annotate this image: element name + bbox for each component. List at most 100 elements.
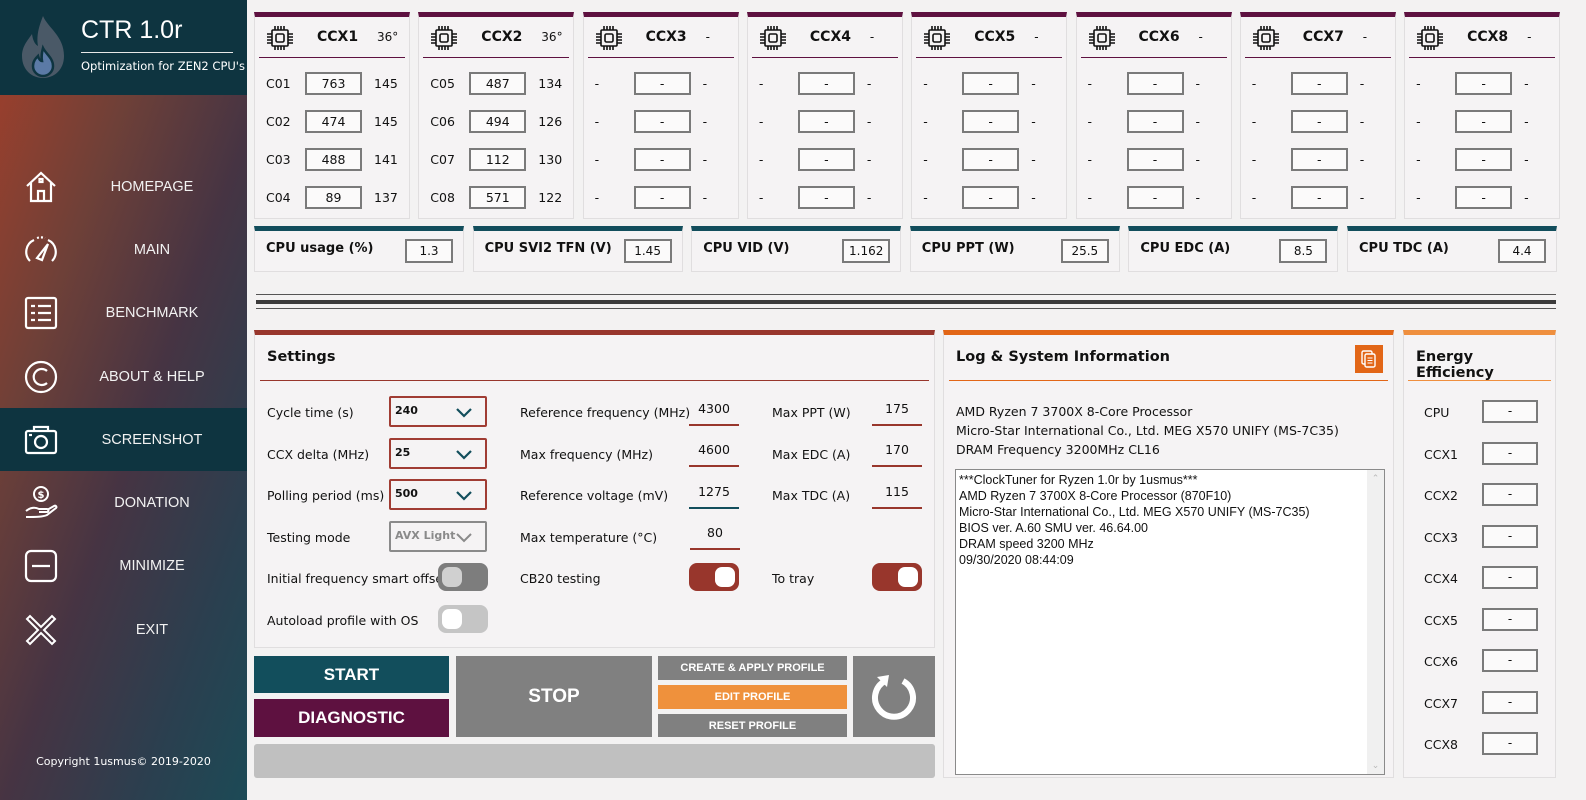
energy-row-ccx3: CCX3 -	[1404, 524, 1557, 551]
create-apply-profile-button[interactable]: CREATE & APPLY PROFILE	[658, 656, 847, 680]
cpu-chip-icon	[1415, 24, 1445, 52]
ccx-name: CCX5	[974, 29, 1016, 45]
sidebar-item-exit[interactable]: EXIT	[0, 598, 247, 661]
chevron-down-icon	[456, 491, 472, 501]
cpu-chip-icon	[758, 24, 788, 52]
flame-logo-icon	[22, 16, 64, 78]
sidebar-item-label: MINIMIZE	[119, 558, 185, 575]
core-value-box: -	[633, 110, 691, 133]
minimize-icon	[22, 547, 60, 585]
smart-offset-toggle[interactable]	[438, 563, 488, 591]
reference-voltage-input[interactable]: 1275	[689, 481, 739, 509]
to-tray-label: To tray	[772, 571, 815, 586]
ccx-temperature: -	[705, 30, 710, 44]
log-textarea[interactable]: ⌃ ⌄ ***ClockTuner for Ryzen 1.0r by 1usm…	[955, 469, 1385, 775]
stat-value: 25.5	[1060, 239, 1109, 263]
max-frequency-input[interactable]: 4600	[689, 439, 739, 467]
core-value-box: -	[962, 72, 1020, 95]
copy-log-button[interactable]	[1355, 345, 1383, 373]
core-value-box: -	[1126, 110, 1184, 133]
sidebar-item-screenshot[interactable]: SCREENSHOT	[0, 408, 247, 472]
core-row: ---	[912, 186, 1068, 210]
core-row: ---	[1077, 72, 1233, 96]
core-secondary-value: -	[1031, 114, 1036, 129]
core-name: -	[594, 152, 600, 167]
stat-value: 1.162	[842, 239, 891, 263]
sidebar-item-minimize[interactable]: MINIMIZE	[0, 535, 247, 598]
energy-title: Energy Efficiency	[1416, 349, 1494, 381]
energy-value-box: -	[1482, 690, 1538, 714]
to-tray-toggle[interactable]	[872, 563, 922, 591]
max-ppt-input[interactable]: 175	[872, 398, 922, 426]
reference-frequency-input[interactable]: 4300	[689, 398, 739, 426]
ccx-delta-dropdown[interactable]: 25	[389, 438, 487, 469]
cycle-time-dropdown[interactable]: 240	[389, 396, 487, 427]
stat-label: CPU SVI2 TFN (V)	[484, 241, 612, 256]
core-secondary-value: -	[1524, 76, 1529, 91]
close-icon	[22, 611, 60, 649]
core-name: -	[758, 114, 764, 129]
ccx-card-2: CCX2 36° C05 487 134 C06 494 126 C07 112 130 C08 571…	[418, 12, 575, 219]
scroll-up-icon[interactable]: ⌃	[1367, 470, 1384, 487]
max-temperature-label: Max temperature (°C)	[520, 530, 658, 545]
ccx-card-3: CCX3- - - - - - - - - - - - -	[582, 12, 740, 219]
core-name: -	[1416, 114, 1421, 129]
reset-profile-button[interactable]: RESET PROFILE	[658, 714, 847, 737]
core-secondary-value: 134	[538, 76, 563, 91]
core-row: C01 763 145	[255, 72, 411, 96]
core-row: ---	[1405, 148, 1561, 172]
refresh-icon	[872, 674, 916, 720]
edit-profile-button[interactable]: EDIT PROFILE	[658, 685, 847, 709]
core-secondary-value: -	[1524, 114, 1529, 129]
core-name: -	[1416, 76, 1421, 91]
core-name: -	[758, 152, 764, 167]
sidebar-item-main[interactable]: MAIN	[0, 218, 247, 281]
core-row: ---	[912, 148, 1068, 172]
log-line: Micro-Star International Co., Ltd. MEG X…	[959, 505, 1310, 519]
testing-mode-value: AVX Light	[395, 529, 456, 542]
energy-row-ccx7: CCX7 -	[1404, 690, 1557, 717]
energy-label: CPU	[1424, 405, 1450, 420]
start-button[interactable]: START	[254, 656, 449, 693]
core-value-box: -	[962, 148, 1020, 171]
core-value-box: -	[962, 186, 1020, 209]
scroll-down-icon[interactable]: ⌄	[1367, 757, 1384, 774]
ccx-temperature: 36°	[377, 30, 399, 44]
core-name: -	[758, 190, 764, 205]
title-divider	[81, 52, 233, 53]
core-row: ---	[748, 186, 904, 210]
max-temperature-input[interactable]: 80	[690, 522, 740, 550]
log-scrollbar[interactable]: ⌃ ⌄	[1367, 470, 1384, 774]
sidebar-item-donation[interactable]: $ DONATION	[0, 471, 247, 534]
ccx-name: CCX4	[809, 29, 851, 45]
sidebar-item-benchmark[interactable]: BENCHMARK	[0, 282, 247, 345]
energy-divider	[1408, 380, 1551, 381]
stat-label: CPU usage (%)	[266, 241, 374, 256]
core-name: C02	[266, 114, 291, 129]
refresh-button[interactable]	[853, 656, 935, 737]
autoload-profile-toggle[interactable]	[438, 605, 488, 633]
core-secondary-value: -	[1031, 76, 1036, 91]
stat-label: CPU EDC (A)	[1140, 241, 1231, 256]
log-divider	[949, 380, 1388, 381]
cpu-chip-icon	[594, 24, 624, 52]
app-subtitle: Optimization for ZEN2 CPU's	[81, 59, 245, 73]
ccx-header: CCX3 -	[587, 17, 734, 58]
core-secondary-value: 145	[374, 76, 398, 91]
polling-period-value: 500	[395, 487, 418, 500]
diagnostic-button[interactable]: DIAGNOSTIC	[254, 699, 449, 737]
autoload-profile-label: Autoload profile with OS	[267, 613, 419, 628]
max-tdc-input[interactable]: 115	[872, 481, 922, 509]
stop-button[interactable]: STOP	[456, 656, 652, 737]
sidebar-item-homepage[interactable]: HOMEPAGE	[0, 155, 247, 218]
core-secondary-value: 137	[374, 190, 398, 205]
sidebar-item-about-help[interactable]: ABOUT & HELP	[0, 345, 247, 408]
energy-row-cpu: CPU -	[1404, 400, 1557, 426]
log-panel: Log & System Information AMD Ryzen 7 370…	[943, 330, 1394, 778]
reference-voltage-label: Reference voltage (mV)	[520, 488, 669, 503]
ccx-card-8: CCX8- - - - - - - - - - - - -	[1404, 12, 1561, 219]
cb20-testing-toggle[interactable]	[689, 563, 739, 591]
max-edc-input[interactable]: 170	[872, 439, 922, 467]
core-row: ---	[584, 186, 740, 210]
polling-period-dropdown[interactable]: 500	[389, 479, 487, 510]
